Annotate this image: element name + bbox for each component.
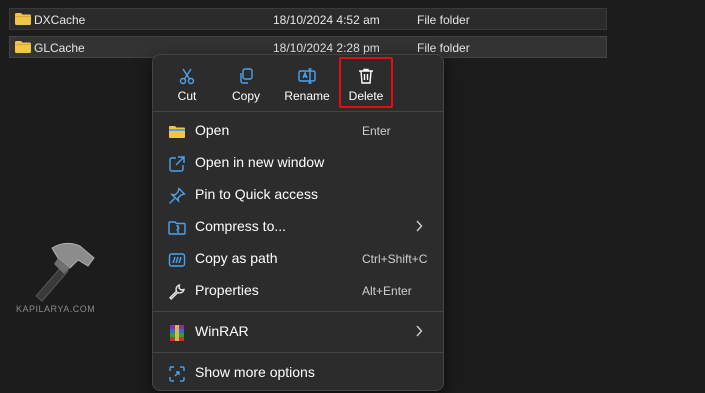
delete-button[interactable]: Delete (339, 57, 393, 108)
menu-item-properties[interactable]: Properties Alt+Enter (161, 276, 437, 306)
chevron-right-icon (416, 220, 423, 232)
context-menu-actions: Cut Copy Rename Delete (153, 55, 443, 111)
file-type: File folder (417, 13, 470, 27)
folder-icon (15, 41, 31, 53)
rename-button[interactable]: Rename (280, 59, 334, 107)
menu-divider (153, 311, 443, 312)
menu-item-label: Open (195, 122, 230, 138)
file-date: 18/10/2024 4:52 am (273, 13, 380, 27)
menu-item-label: Compress to... (195, 218, 287, 234)
file-row-dxcache[interactable]: DXCache 18/10/2024 4:52 am File folder (9, 8, 607, 30)
file-name: DXCache (34, 13, 86, 27)
delete-label: Delete (348, 89, 384, 103)
menu-item-shortcut: Ctrl+Shift+C (362, 252, 428, 266)
trash-icon (359, 68, 373, 84)
menu-item-label: Properties (195, 282, 259, 298)
chevron-right-icon (416, 325, 423, 337)
compress-icon (168, 221, 186, 235)
menu-item-label: Copy as path (195, 250, 278, 266)
folder-open-icon (169, 126, 185, 138)
copy-icon (240, 68, 253, 84)
context-menu: Cut Copy Rename Delete Open Enter Open i… (152, 54, 444, 391)
file-date: 18/10/2024 2:28 pm (273, 41, 380, 55)
open-external-icon (169, 156, 185, 172)
menu-item-compress[interactable]: Compress to... (161, 212, 437, 242)
menu-item-shortcut: Alt+Enter (362, 284, 412, 298)
menu-item-label: WinRAR (195, 323, 249, 339)
copy-label: Copy (231, 89, 260, 103)
menu-item-label: Show more options (195, 364, 315, 380)
copy-path-icon (168, 253, 186, 267)
menu-item-open-new-window[interactable]: Open in new window (161, 148, 437, 178)
pin-icon (169, 187, 186, 204)
menu-item-copy-as-path[interactable]: Copy as path Ctrl+Shift+C (161, 244, 437, 274)
winrar-icon (170, 325, 184, 341)
menu-item-label: Pin to Quick access (195, 186, 318, 202)
menu-item-shortcut: Enter (362, 124, 391, 138)
more-options-icon (169, 366, 185, 382)
file-type: File folder (417, 41, 470, 55)
menu-item-label: Open in new window (195, 154, 325, 170)
cut-label: Cut (177, 89, 197, 103)
menu-item-open[interactable]: Open Enter (161, 116, 437, 146)
wrench-icon (169, 284, 185, 300)
scissors-icon (179, 68, 195, 85)
rename-icon (298, 68, 316, 84)
copy-button[interactable]: Copy (219, 59, 273, 107)
menu-item-pin-quick-access[interactable]: Pin to Quick access (161, 180, 437, 210)
cut-button[interactable]: Cut (160, 59, 214, 107)
menu-item-show-more-options[interactable]: Show more options (161, 358, 437, 388)
watermark-text: KAPILARYA.COM (16, 304, 96, 314)
rename-label: Rename (284, 89, 330, 103)
menu-item-winrar[interactable]: WinRAR (161, 317, 437, 347)
menu-divider (153, 352, 443, 353)
menu-divider (153, 111, 443, 112)
folder-icon (15, 13, 31, 25)
file-name: GLCache (34, 41, 85, 55)
